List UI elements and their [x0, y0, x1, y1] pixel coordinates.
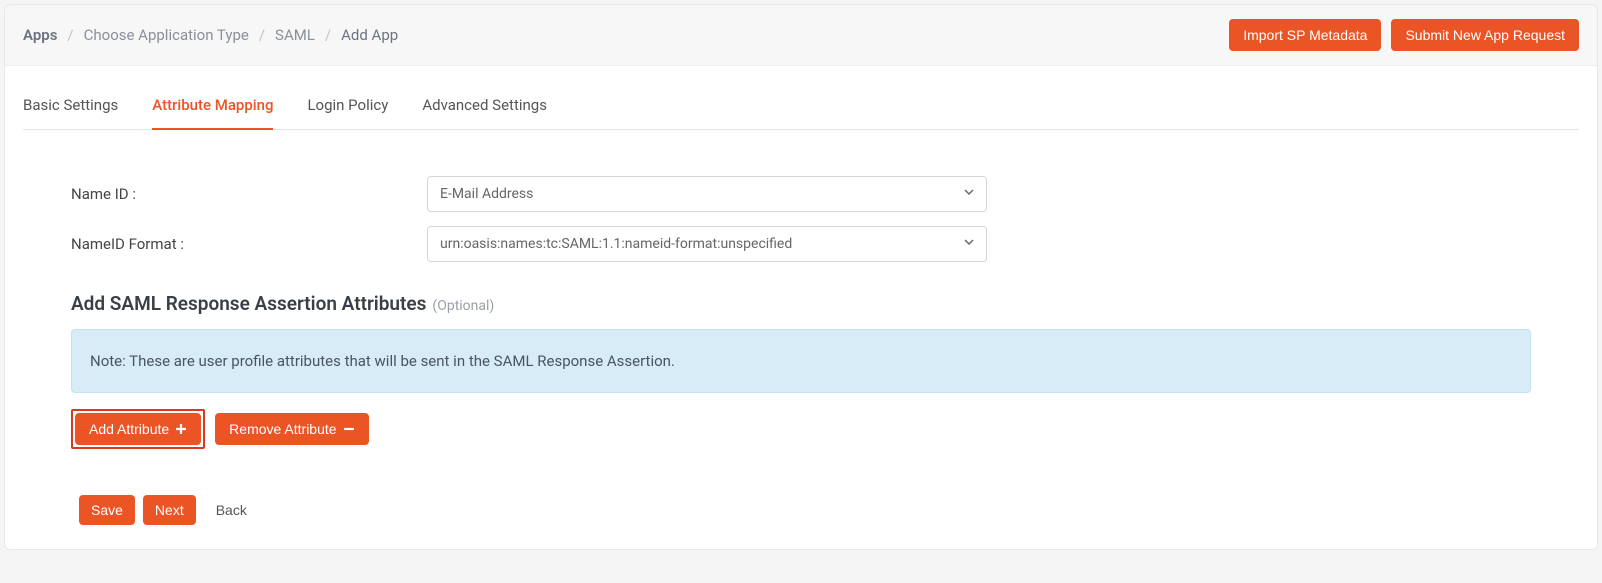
add-attribute-label: Add Attribute — [89, 421, 169, 437]
info-note: Note: These are user profile attributes … — [71, 329, 1531, 393]
next-button[interactable]: Next — [143, 495, 196, 525]
remove-attribute-label: Remove Attribute — [229, 421, 336, 437]
header-actions: Import SP Metadata Submit New App Reques… — [1229, 19, 1579, 51]
attribute-buttons: Add Attribute Remove Attribute — [71, 409, 1531, 449]
name-id-label: Name ID : — [71, 185, 427, 203]
back-button[interactable]: Back — [204, 495, 259, 525]
submit-new-app-button[interactable]: Submit New App Request — [1391, 19, 1579, 51]
tabs: Basic Settings Attribute Mapping Login P… — [23, 86, 1579, 130]
tab-advanced-settings[interactable]: Advanced Settings — [422, 86, 547, 130]
name-id-row: Name ID : E-Mail Address — [71, 176, 1531, 212]
minus-icon — [343, 423, 355, 435]
tab-basic-settings[interactable]: Basic Settings — [23, 86, 118, 130]
add-attribute-button[interactable]: Add Attribute — [75, 413, 201, 445]
tab-login-policy[interactable]: Login Policy — [307, 86, 388, 130]
save-button[interactable]: Save — [79, 495, 135, 525]
section-optional: (Optional) — [432, 298, 494, 314]
import-sp-metadata-button[interactable]: Import SP Metadata — [1229, 19, 1381, 51]
add-attribute-highlight: Add Attribute — [71, 409, 205, 449]
breadcrumb-separator: / — [67, 26, 73, 44]
nameid-format-row: NameID Format : urn:oasis:names:tc:SAML:… — [71, 226, 1531, 262]
breadcrumb-separator: / — [259, 26, 265, 44]
nameid-format-select[interactable]: urn:oasis:names:tc:SAML:1.1:nameid-forma… — [427, 226, 987, 262]
plus-icon — [175, 423, 187, 435]
section-title: Add SAML Response Assertion Attributes (… — [71, 292, 1531, 315]
section-title-text: Add SAML Response Assertion Attributes — [71, 292, 426, 315]
breadcrumb-separator: / — [325, 26, 331, 44]
breadcrumb: Apps / Choose Application Type / SAML / … — [23, 26, 398, 44]
header-bar: Apps / Choose Application Type / SAML / … — [5, 5, 1597, 66]
tab-attribute-mapping[interactable]: Attribute Mapping — [152, 86, 273, 130]
remove-attribute-button[interactable]: Remove Attribute — [215, 413, 368, 445]
breadcrumb-apps[interactable]: Apps — [23, 26, 57, 44]
breadcrumb-saml[interactable]: SAML — [275, 26, 315, 44]
breadcrumb-add-app: Add App — [341, 26, 398, 44]
breadcrumb-choose-type[interactable]: Choose Application Type — [84, 26, 249, 44]
nameid-format-label: NameID Format : — [71, 235, 427, 253]
name-id-select[interactable]: E-Mail Address — [427, 176, 987, 212]
footer-actions: Save Next Back — [71, 495, 1531, 525]
